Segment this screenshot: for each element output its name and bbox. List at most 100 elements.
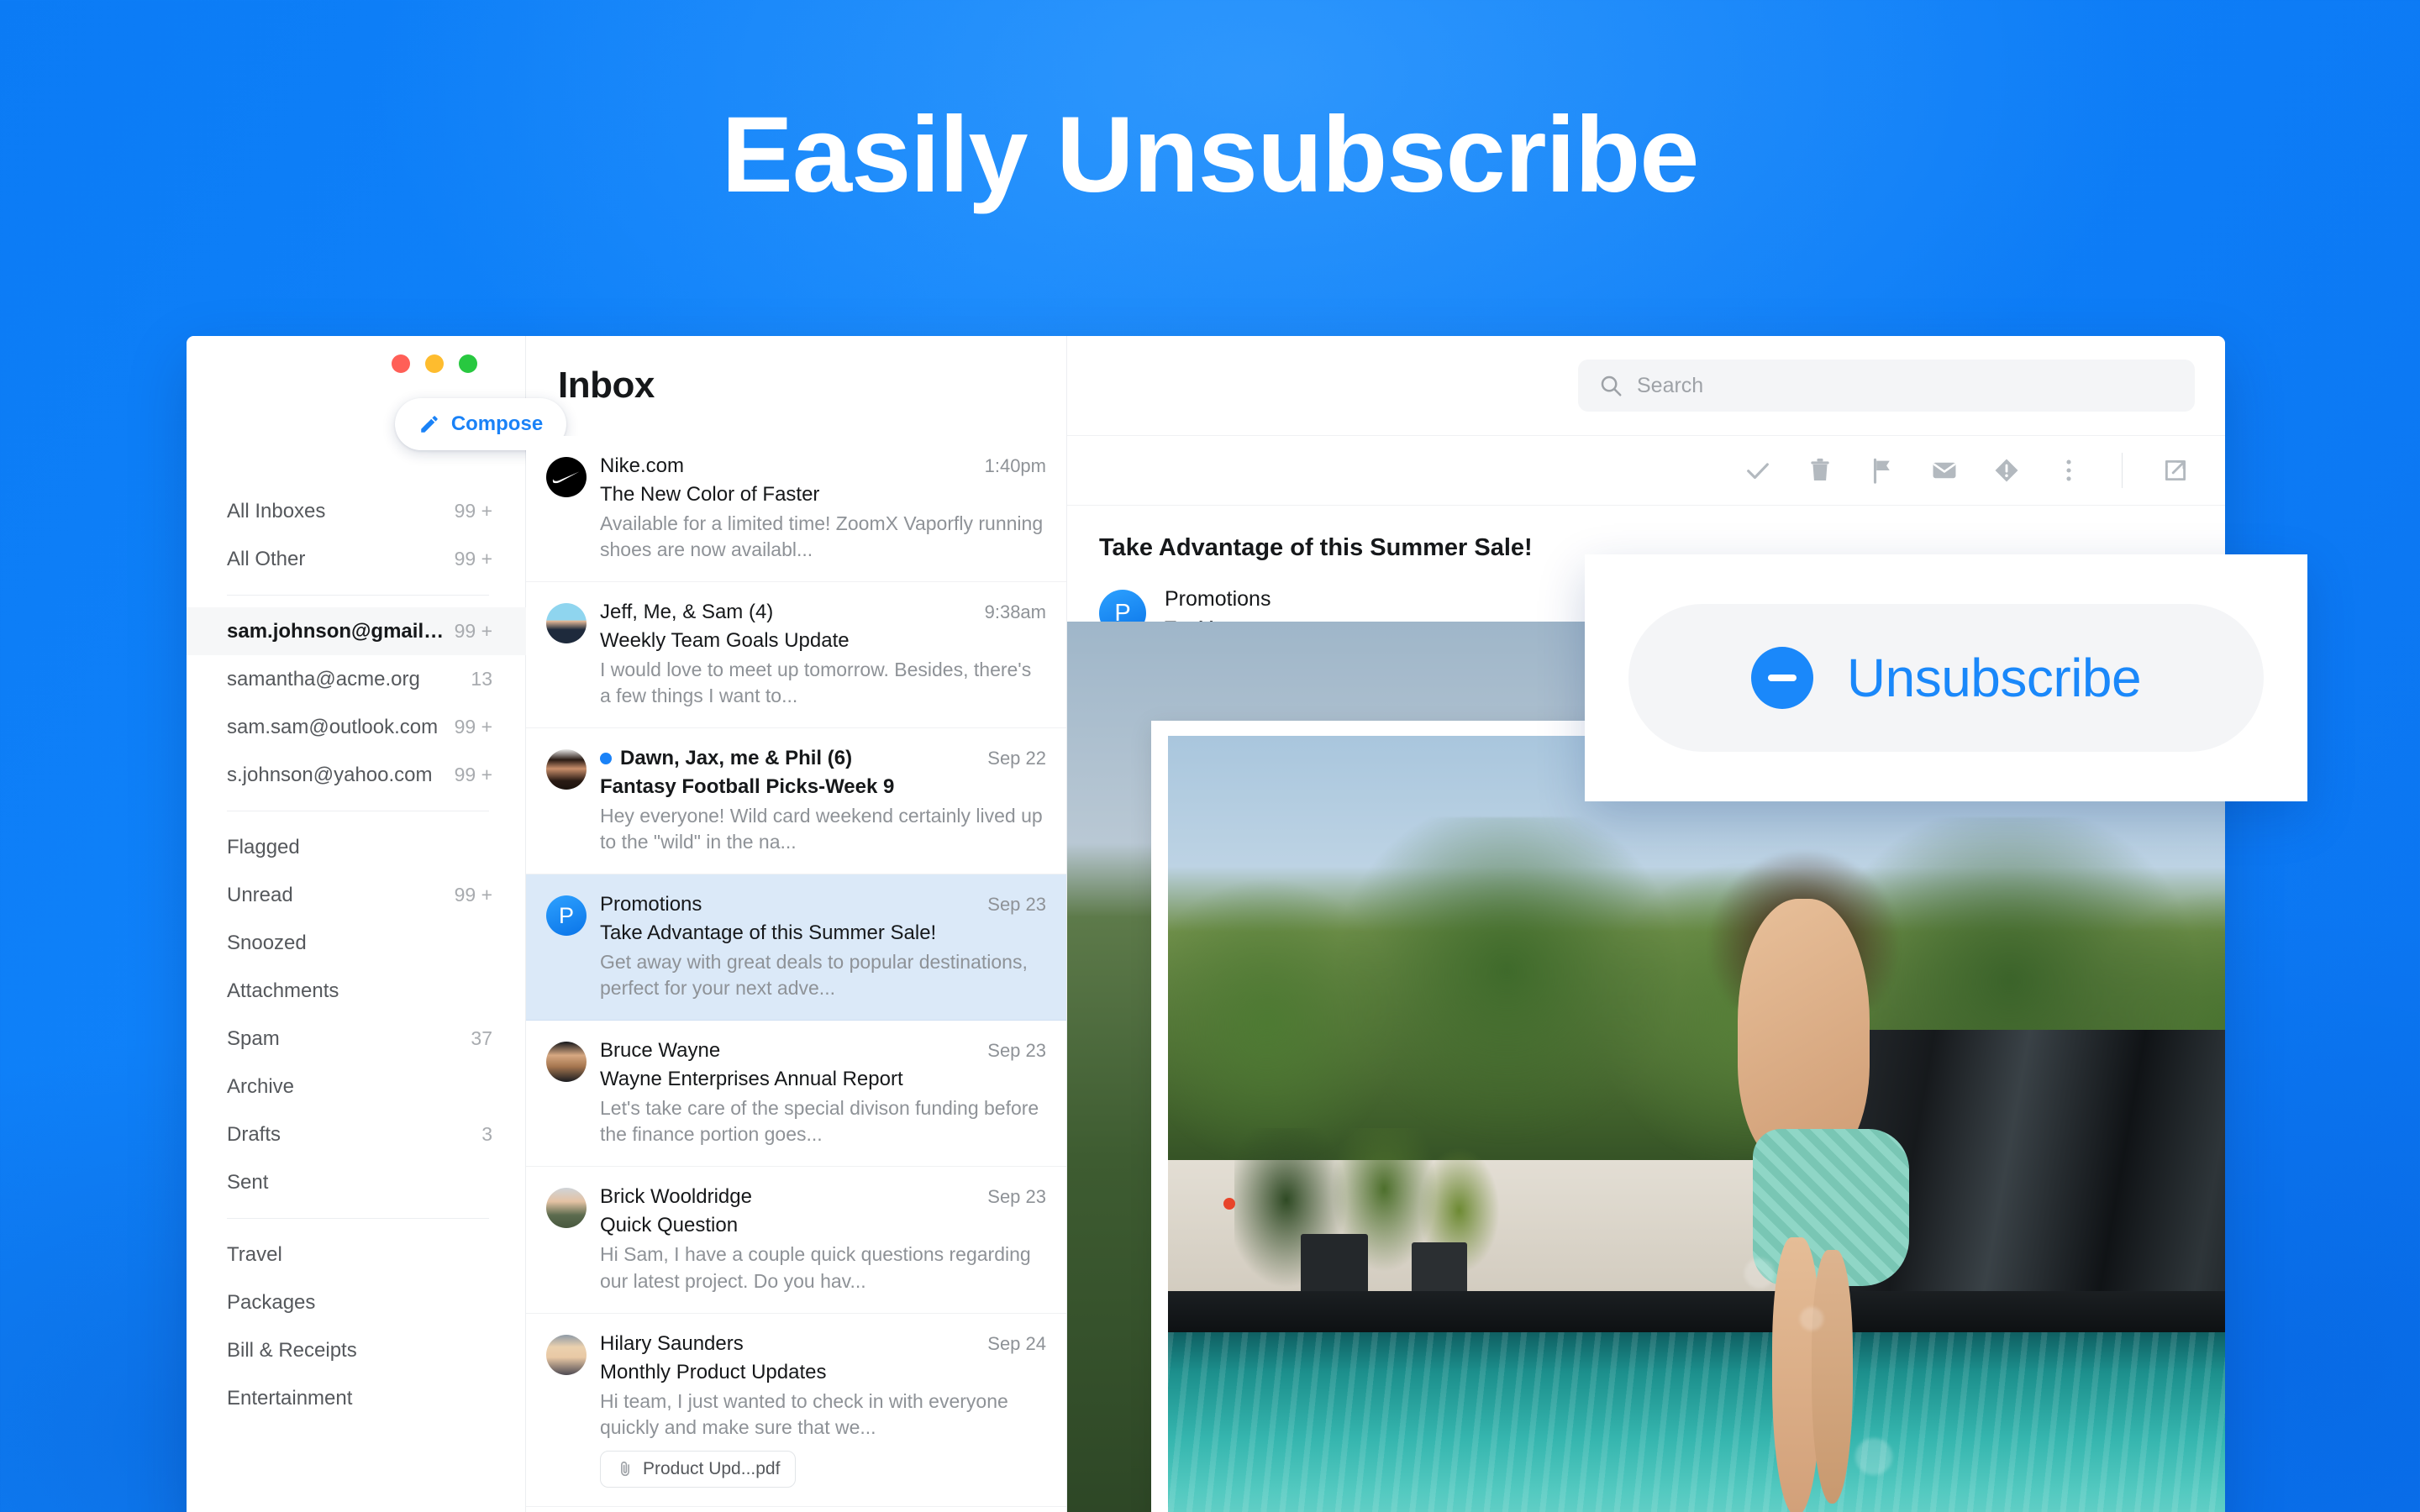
- sidebar-item-count: 99 +: [454, 500, 492, 522]
- sidebar-item-label: Archive: [227, 1074, 295, 1098]
- sidebar-item-drafts[interactable]: Drafts 3: [187, 1110, 526, 1158]
- sidebar-item-label: samantha@acme.org: [227, 667, 420, 690]
- contact-photo: [546, 1042, 587, 1083]
- sidebar-item-bill-receipts[interactable]: Bill & Receipts: [187, 1326, 526, 1374]
- avatar: [546, 1334, 587, 1375]
- unsubscribe-button[interactable]: Unsubscribe: [1628, 604, 2264, 752]
- person-jumping: [1689, 850, 1933, 1512]
- avatar: [546, 1042, 587, 1083]
- message-meta-row: Dawn, Jax, me & Phil (6) Sep 22: [600, 747, 1046, 770]
- sender-initial: P: [546, 895, 587, 937]
- message-list-item[interactable]: Jeff, Me, & Sam (4) 9:38am Weekly Team Goa…: [526, 582, 1066, 729]
- message-subject: Monthly Product Updates: [600, 1360, 827, 1383]
- page-title: Inbox: [558, 365, 655, 406]
- sidebar-item-s-johnson-yahoo-com[interactable]: s.johnson@yahoo.com 99 +: [187, 751, 526, 799]
- message-list-pane: Inbox Nike.com 1:40pm The New Color of Fas…: [526, 336, 1067, 1512]
- torso: [1738, 899, 1870, 1165]
- sender-name: Promotions: [1165, 587, 1271, 611]
- sidebar-item-label: Snoozed: [227, 931, 307, 954]
- sidebar-item-snoozed[interactable]: Snoozed: [187, 919, 526, 967]
- contact-photo: [546, 603, 587, 644]
- envelope-icon[interactable]: [1930, 456, 1959, 485]
- sidebar-item-label: Packages: [227, 1290, 316, 1314]
- trash-icon[interactable]: [1806, 456, 1834, 485]
- unsubscribe-label: Unsubscribe: [1846, 648, 2142, 708]
- sidebar-item-samantha-acme-org[interactable]: samantha@acme.org 13: [187, 655, 526, 703]
- message-time: Sep 23: [987, 1186, 1046, 1208]
- message-list-item[interactable]: P Promotions Sep 23 Take Advantage of this …: [526, 874, 1066, 1021]
- check-icon[interactable]: [1744, 456, 1772, 485]
- sidebar-item-spam[interactable]: Spam 37: [187, 1015, 526, 1063]
- sidebar-item-label: Flagged: [227, 835, 300, 858]
- sidebar-item-attachments[interactable]: Attachments: [187, 967, 526, 1015]
- contact-photo: [546, 1334, 587, 1375]
- message-time: Sep 24: [987, 1332, 1046, 1354]
- red-flower: [1223, 1197, 1235, 1210]
- sidebar-item-unread[interactable]: Unread 99 +: [187, 871, 526, 919]
- message-list[interactable]: Nike.com 1:40pm The New Color of Faster Ava…: [526, 436, 1066, 1512]
- toolbar-divider: [2122, 453, 2123, 488]
- message-list-item[interactable]: Bruce Wayne Sep 23 Wayne Enterprises Annua…: [526, 1021, 1066, 1168]
- sidebar-item-label: sam.sam@outlook.com: [227, 715, 439, 738]
- zoom-window-button[interactable]: [459, 354, 477, 373]
- search-input[interactable]: Search: [1578, 360, 2195, 412]
- message-meta-row: Jeff, Me, & Sam (4) 9:38am: [600, 601, 1046, 624]
- message-summary: Bruce Wayne Sep 23 Wayne Enterprises Annua…: [600, 1039, 1046, 1147]
- message-summary: Dawn, Jax, me & Phil (6) Sep 22 Fantasy Fo…: [600, 747, 1046, 855]
- close-window-button[interactable]: [392, 354, 410, 373]
- message-time: 1:40pm: [984, 455, 1046, 476]
- sidebar-nav: All Inboxes 99 + All Other 99 + sam.johnson@…: [187, 487, 526, 1422]
- more-vertical-icon[interactable]: [2054, 456, 2083, 485]
- sidebar-item-sam-sam-outlook-com[interactable]: sam.sam@outlook.com 99 +: [187, 703, 526, 751]
- message-time: Sep 22: [987, 748, 1046, 769]
- sidebar-divider: [227, 595, 489, 596]
- message-meta-row: Hilary Saunders Sep 24: [600, 1332, 1046, 1356]
- search-placeholder: Search: [1637, 373, 1704, 397]
- message-subject: Wayne Enterprises Annual Report: [600, 1068, 903, 1091]
- sidebar-item-sam-johnson-gmail-com[interactable]: sam.johnson@gmail.com 99 +: [187, 607, 526, 655]
- message-meta-row: Nike.com 1:40pm: [600, 454, 1046, 478]
- message-sender: Bruce Wayne: [600, 1039, 721, 1063]
- sidebar-item-all-other[interactable]: All Other 99 +: [187, 535, 526, 583]
- lens-flare: [1855, 1437, 1893, 1475]
- sidebar-item-count: 99 +: [454, 716, 492, 738]
- message-subject: The New Color of Faster: [600, 483, 820, 506]
- message-subject: Take Advantage of this Summer Sale!: [600, 921, 937, 945]
- potted-plants: [1234, 1127, 1523, 1308]
- sidebar-item-packages[interactable]: Packages: [187, 1278, 526, 1326]
- photo-pool-scene: [1168, 736, 2225, 1512]
- open-in-new-icon[interactable]: [2161, 456, 2190, 485]
- minimize-window-button[interactable]: [425, 354, 444, 373]
- sidebar-item-sent[interactable]: Sent: [187, 1158, 526, 1206]
- minus-bar: [1767, 675, 1797, 681]
- sidebar-item-label: All Inboxes: [227, 499, 326, 522]
- sidebar-item-archive[interactable]: Archive: [187, 1063, 526, 1110]
- message-time: 9:38am: [984, 601, 1046, 623]
- unread-dot-icon: [600, 753, 612, 765]
- message-list-item[interactable]: Hilary Saunders Sep 24 Monthly Product Upd…: [526, 1313, 1066, 1507]
- message-list-item[interactable]: Brick Wooldridge Sep 23 Quick Question Hi S…: [526, 1167, 1066, 1314]
- message-sender: Nike.com: [600, 454, 685, 477]
- message-list-item[interactable]: Dawn, Jax, me & Phil (6) Sep 22 Fantasy Fo…: [526, 728, 1066, 875]
- spam-warning-icon[interactable]: [1992, 456, 2021, 485]
- page-headline: Easily Unsubscribe: [721, 95, 1700, 215]
- sidebar-item-all-inboxes[interactable]: All Inboxes 99 +: [187, 487, 526, 535]
- nike-logo-icon: [546, 457, 587, 497]
- sidebar-item-travel[interactable]: Travel: [187, 1231, 526, 1278]
- message-sender: Brick Wooldridge: [600, 1185, 752, 1209]
- message-meta-row: Brick Wooldridge Sep 23: [600, 1185, 1046, 1209]
- message-subject: Quick Question: [600, 1214, 739, 1237]
- flag-icon[interactable]: [1868, 456, 1897, 485]
- message-toolbar: [1067, 435, 2225, 506]
- message-sender: Jeff, Me, & Sam (4): [600, 601, 774, 624]
- sidebar-item-label: Entertainment: [227, 1386, 353, 1410]
- sidebar-item-flagged[interactable]: Flagged: [187, 823, 526, 871]
- message-list-item[interactable]: Nike.com 1:40pm The New Color of Faster Ava…: [526, 436, 1066, 583]
- sidebar-item-entertainment[interactable]: Entertainment: [187, 1374, 526, 1422]
- window-traffic-lights: [392, 354, 477, 373]
- message-meta-row: Bruce Wayne Sep 23: [600, 1039, 1046, 1063]
- message-list-header: Inbox: [526, 336, 1066, 435]
- message-meta-row: Promotions Sep 23: [600, 893, 1046, 916]
- reader-top-bar: Search: [1067, 336, 2225, 435]
- attachment-chip[interactable]: Product Upd...pdf: [600, 1450, 797, 1488]
